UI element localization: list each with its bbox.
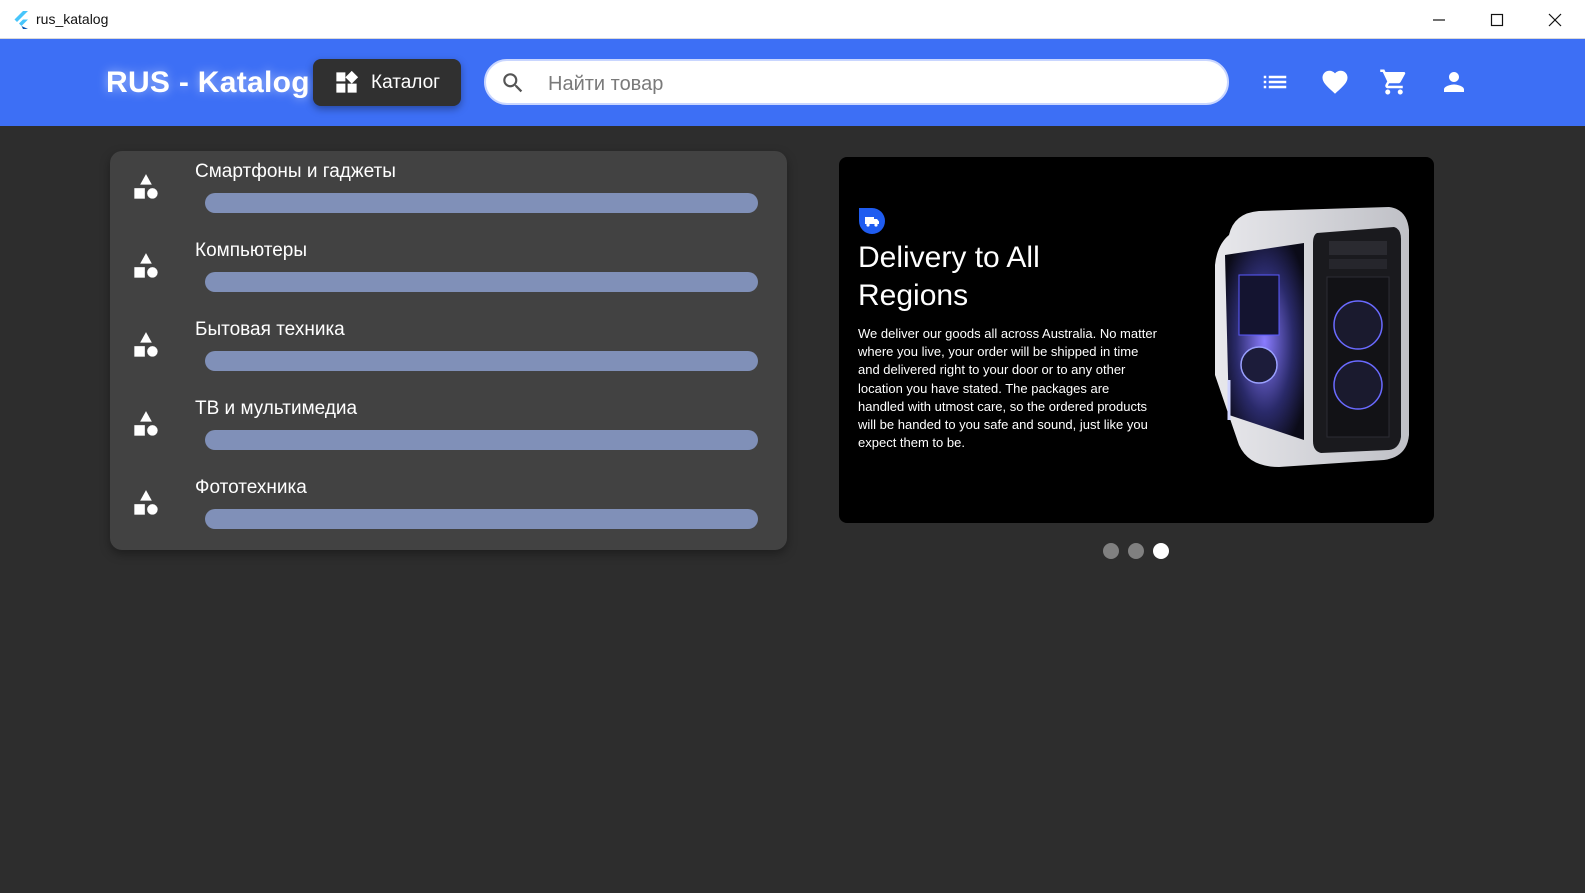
category-shapes-icon [134,332,158,357]
category-label: Смартфоны и гаджеты [195,161,396,182]
category-bar [205,272,758,292]
heart-icon[interactable] [1320,67,1350,97]
category-label: Бытовая техника [195,319,345,340]
category-item-tv-multimedia[interactable]: ТВ и мультимедиа [110,388,787,467]
search-icon [503,73,523,93]
banner-text: We deliver our goods all across Australi… [858,326,1157,451]
category-label: ТВ и мультимедиа [195,398,358,419]
banner-title: Delivery to All Regions [858,241,1040,312]
category-bar [205,351,758,371]
search-input[interactable] [546,67,1210,101]
delivery-truck-icon [859,208,885,234]
flutter-logo-icon [14,11,28,29]
category-bar [205,193,758,213]
category-shapes-icon [134,253,158,278]
catalog-button[interactable]: Каталог [313,59,461,106]
category-shapes-icon [134,411,158,436]
promo-banner[interactable]: Delivery to All Regions We deliver our g… [839,157,1434,523]
carousel-dot-3[interactable] [1153,543,1169,559]
maximize-icon [1490,13,1504,26]
carousel-indicators [1103,543,1169,559]
close-button[interactable] [1526,0,1584,39]
category-bar [205,430,758,450]
category-shapes-icon [134,490,158,515]
category-label: Фототехника [195,477,307,498]
category-item-photo[interactable]: Фототехника [110,467,787,546]
category-list: Смартфоны и гаджеты Компьютеры Бытовая т… [110,151,787,550]
catalog-button-label: Каталог [371,72,441,93]
category-label: Компьютеры [195,240,307,261]
minimize-button[interactable] [1410,0,1468,39]
window-titlebar: rus_katalog [0,0,1585,39]
category-item-smartphones[interactable]: Смартфоны и гаджеты [110,151,787,230]
maximize-button[interactable] [1468,0,1526,39]
app-header: RUS - Katalog Каталог [0,39,1585,126]
brand-logo-text[interactable]: RUS - Katalog [106,66,310,100]
category-shapes-icon [134,174,158,199]
widgets-icon [336,70,359,93]
cart-icon[interactable] [1379,67,1409,97]
window-title: rus_katalog [36,11,109,27]
search-bar[interactable] [484,59,1229,105]
close-icon [1548,13,1562,26]
carousel-dot-1[interactable] [1103,543,1119,559]
category-item-appliances[interactable]: Бытовая техника [110,309,787,388]
person-icon[interactable] [1439,67,1469,97]
category-bar [205,509,758,529]
pc-case-image [1215,207,1409,467]
carousel-dot-2[interactable] [1128,543,1144,559]
category-item-computers[interactable]: Компьютеры [110,230,787,309]
list-icon[interactable] [1260,67,1290,97]
minimize-icon [1433,18,1445,21]
